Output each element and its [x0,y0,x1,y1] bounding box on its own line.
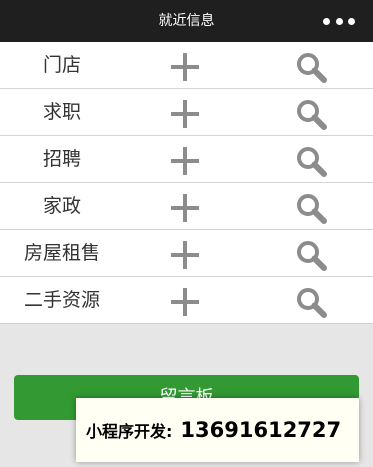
list-item-second-hand: 二手资源 [0,277,373,324]
dot [323,17,330,25]
dot [348,17,355,25]
page-title: 就近信息 [158,13,215,29]
search-icon[interactable] [295,192,327,224]
list-item-store: 门店 [0,42,373,89]
plus-icon[interactable] [169,286,201,318]
more-dots-icon[interactable] [323,17,355,25]
top-bar: 就近信息 [0,0,373,42]
list-item-housekeeping: 家政 [0,183,373,230]
plus-icon[interactable] [169,145,201,177]
list-item-job-seeking: 求职 [0,89,373,136]
list-item-recruitment: 招聘 [0,136,373,183]
list-item-label: 家政 [42,195,81,217]
search-icon[interactable] [295,51,327,83]
promo-banner: 小程序开发: 13691612727 [76,398,359,462]
list-item-label: 二手资源 [23,289,100,311]
list-item-label: 招聘 [42,148,81,170]
list-item-housing: 房屋租售 [0,230,373,277]
search-icon[interactable] [295,239,327,271]
list-item-label: 求职 [42,101,81,123]
promo-label: 小程序开发: [86,422,173,441]
plus-icon[interactable] [169,192,201,224]
plus-icon[interactable] [169,51,201,83]
list-item-label: 门店 [42,54,81,76]
plus-icon[interactable] [169,98,201,130]
category-list: 门店 求职 招聘 家政 房屋租售 二手资源 [0,42,373,324]
search-icon[interactable] [295,286,327,318]
list-item-label: 房屋租售 [23,242,100,264]
search-icon[interactable] [295,145,327,177]
dot [335,17,343,25]
search-icon[interactable] [295,98,327,130]
promo-phone: 13691612727 [180,418,342,442]
plus-icon[interactable] [169,239,201,271]
